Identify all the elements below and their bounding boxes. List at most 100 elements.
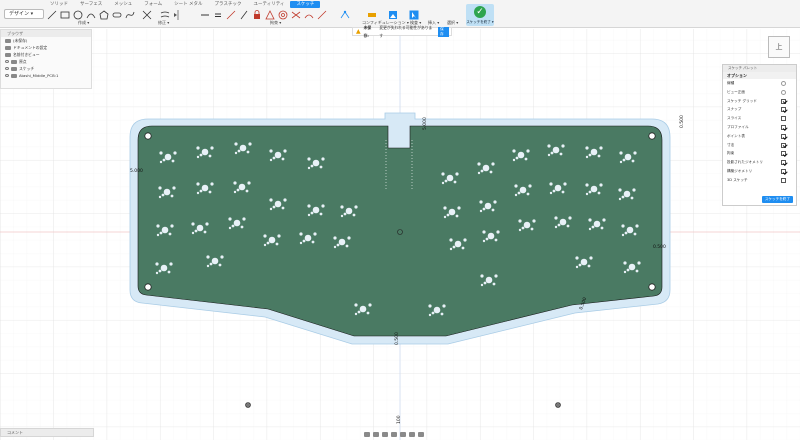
lock-icon[interactable] <box>251 9 262 20</box>
view-cube[interactable]: 上 <box>768 36 790 58</box>
parameters-icon[interactable] <box>339 9 350 20</box>
switch-hole <box>494 274 498 278</box>
browser-item[interactable]: ドキュメントの設定 <box>1 44 91 51</box>
switch-hole <box>597 154 601 158</box>
tangent-constraint-icon[interactable] <box>225 9 236 20</box>
arc-tool-icon[interactable] <box>85 9 96 20</box>
palette-option[interactable]: 構築ジオメトリ <box>723 167 796 176</box>
spline-tool-icon[interactable] <box>124 9 135 20</box>
palette-option[interactable]: スライス <box>723 114 796 123</box>
workspace-dropdown[interactable]: デザイン ▾ <box>4 9 44 19</box>
rectangle-tool-icon[interactable] <box>59 9 70 20</box>
toggle-icon[interactable] <box>781 89 786 95</box>
switch-hole <box>299 232 303 236</box>
midpoint-constraint-icon[interactable] <box>316 9 327 20</box>
palette-option[interactable]: プロファイル <box>723 123 796 132</box>
sketch-point-left[interactable] <box>245 402 251 408</box>
checkbox[interactable] <box>781 168 786 174</box>
palette-option[interactable]: スナップ <box>723 105 796 114</box>
grid-settings-icon[interactable] <box>409 431 415 437</box>
switch-hole <box>492 282 496 286</box>
browser-item[interactable]: 名前付きビュー <box>1 51 91 58</box>
horizontal-constraint-icon[interactable] <box>199 9 210 20</box>
palette-option[interactable]: 3D スケッチ <box>723 176 796 185</box>
checkbox[interactable] <box>781 116 786 122</box>
tab-6[interactable]: ユーティリティ <box>247 1 290 8</box>
palette-title[interactable]: スケッチ パレット <box>723 65 796 72</box>
modify-group-label[interactable]: 修正 ▾ <box>158 20 169 26</box>
checkbox[interactable] <box>781 107 786 113</box>
palette-option[interactable]: 拘束 <box>723 149 796 158</box>
switch-hole <box>220 255 224 259</box>
tab-5[interactable]: プラスチック <box>209 1 248 8</box>
zoom-icon[interactable] <box>382 431 388 437</box>
toggle-icon[interactable] <box>781 81 786 86</box>
save-button[interactable]: 保存 <box>438 26 449 37</box>
browser-item[interactable]: (未保存) <box>1 37 91 44</box>
browser-item[interactable]: 原点 <box>1 58 91 65</box>
display-settings-icon[interactable] <box>400 431 406 437</box>
switch-hole <box>162 158 166 162</box>
tab-4[interactable]: シート メタル <box>168 1 208 8</box>
eye-icon[interactable] <box>5 67 9 70</box>
tab-2[interactable]: メッシュ <box>108 1 138 8</box>
finish-sketch-button[interactable]: ✓ スケッチを終了 ▾ <box>466 4 494 26</box>
palette-option[interactable]: スケッチ グリッド <box>723 97 796 106</box>
create-group-label[interactable]: 作成 ▾ <box>78 20 89 26</box>
switch-hole <box>161 226 169 234</box>
switch-hole <box>619 160 623 164</box>
polygon-tool-icon[interactable] <box>98 9 109 20</box>
comments-panel[interactable]: コメント <box>0 428 94 437</box>
checkbox[interactable] <box>781 124 786 130</box>
design-canvas[interactable]: 5.000 0.500 0.500 0.500 0.500 5.000 100 <box>0 29 800 440</box>
tab-0[interactable]: ソリッド <box>44 1 74 8</box>
insert-image-icon[interactable] <box>387 9 398 20</box>
symmetric-constraint-icon[interactable] <box>290 9 301 20</box>
checkbox[interactable] <box>781 98 786 104</box>
curvature-constraint-icon[interactable] <box>303 9 314 20</box>
constraints-group-label[interactable]: 拘束 ▾ <box>270 20 281 26</box>
offset-tool-icon[interactable] <box>159 9 170 20</box>
eye-icon[interactable] <box>5 60 9 63</box>
mirror-tool-icon[interactable] <box>172 9 183 20</box>
sketch-point-right[interactable] <box>555 402 561 408</box>
select-group-label[interactable]: 選択 ▾ <box>447 20 458 26</box>
checkbox[interactable] <box>781 177 786 183</box>
palette-option[interactable]: 投影されたジオメトリ <box>723 158 796 167</box>
switch-hole <box>238 183 246 191</box>
equal-constraint-icon[interactable] <box>212 9 223 20</box>
browser-item[interactable]: スケッチ <box>1 65 91 72</box>
palette-option[interactable]: ビュー正面 <box>723 88 796 97</box>
coincident-constraint-icon[interactable] <box>238 9 249 20</box>
fit-icon[interactable] <box>391 431 397 437</box>
pan-icon[interactable] <box>373 431 379 437</box>
switch-hole <box>366 311 370 315</box>
line-tool-icon[interactable] <box>46 9 57 20</box>
switch-hole <box>242 217 246 221</box>
circle-tool-icon[interactable] <box>72 9 83 20</box>
checkbox[interactable] <box>781 151 786 157</box>
palette-finish-button[interactable]: スケッチを終了 <box>761 196 793 203</box>
trim-tool-icon[interactable] <box>137 9 157 20</box>
measure-icon[interactable] <box>366 9 377 20</box>
fix-constraint-icon[interactable] <box>264 9 275 20</box>
concentric-constraint-icon[interactable] <box>277 9 288 20</box>
palette-option[interactable]: ポイント表 <box>723 132 796 141</box>
palette-option[interactable]: 寸法 <box>723 141 796 150</box>
viewports-icon[interactable] <box>418 431 424 437</box>
palette-option[interactable]: 線種 <box>723 79 796 88</box>
eye-icon[interactable] <box>5 74 9 77</box>
gear-icon <box>5 45 11 50</box>
checkbox[interactable] <box>781 133 786 139</box>
tab-3[interactable]: フォーム <box>138 1 168 8</box>
select-icon[interactable] <box>408 9 419 20</box>
palette-section[interactable]: オプション <box>723 72 796 79</box>
checkbox[interactable] <box>781 160 786 166</box>
orbit-icon[interactable] <box>364 431 370 437</box>
tab-1[interactable]: サーフェス <box>74 1 108 8</box>
browser-item[interactable]: Atashi_Middle_PCB:1 <box>1 72 91 79</box>
tab-7[interactable]: スケッチ <box>290 1 321 8</box>
browser-title[interactable]: ブラウザ <box>1 30 91 37</box>
slot-tool-icon[interactable] <box>111 9 122 20</box>
checkbox[interactable] <box>781 142 786 148</box>
